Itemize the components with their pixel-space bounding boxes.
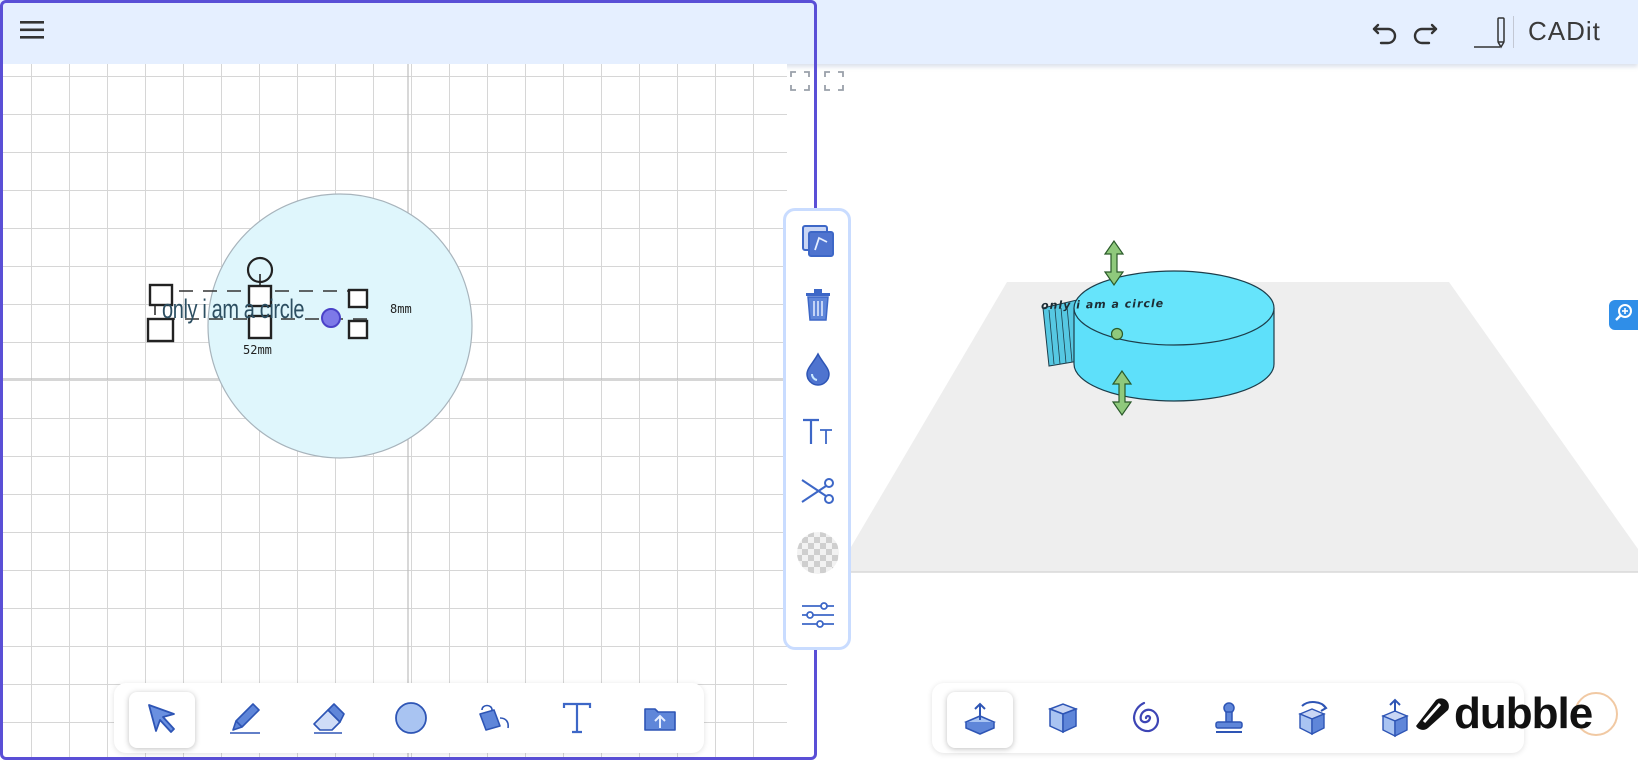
- rotate-cube-icon: [1292, 698, 1332, 742]
- copy-icon: [800, 223, 836, 263]
- 3d-text-label: only i am a circle: [1040, 296, 1165, 313]
- sketch-shapes: [146, 193, 473, 459]
- object-toolbar: [783, 208, 851, 650]
- cursor-arrow-icon: [144, 700, 180, 740]
- transparency-tool[interactable]: [796, 531, 840, 579]
- scissors-icon: [800, 476, 836, 510]
- pencil-icon[interactable]: [1472, 14, 1508, 50]
- eraser-icon: [310, 700, 346, 740]
- sketch-text-shape[interactable]: only i am a circle: [162, 294, 305, 324]
- text-tool-button[interactable]: [544, 692, 610, 748]
- top-bar: CADit: [0, 0, 1638, 64]
- stamp-icon: [1211, 700, 1247, 740]
- open-folder-button[interactable]: [627, 692, 693, 748]
- export-cube-icon: [1375, 698, 1415, 742]
- zoom-icon: [1614, 303, 1634, 327]
- hamburger-menu-icon[interactable]: [18, 18, 46, 42]
- extrude-tool-button[interactable]: [947, 692, 1013, 748]
- undo-icon[interactable]: [1370, 16, 1400, 46]
- paint-bucket-icon: [476, 700, 512, 740]
- watermark-logo: dubble: [1410, 689, 1593, 738]
- text-size-tool[interactable]: [796, 411, 840, 455]
- app-title: CADit: [1528, 16, 1601, 46]
- height-dimension-label: 8mm: [390, 302, 412, 316]
- sketch-toolbar: [114, 683, 704, 753]
- spiral-icon: [1126, 698, 1166, 742]
- circle-icon: [393, 700, 429, 740]
- rotate-tool-button[interactable]: [1279, 692, 1345, 748]
- box-tool-button[interactable]: [1030, 692, 1096, 748]
- extrude-icon: [962, 700, 998, 740]
- fullscreen-view-icon[interactable]: [824, 71, 844, 91]
- resize-handle[interactable]: [347, 319, 369, 340]
- erase-tool-button[interactable]: [295, 692, 361, 748]
- zoom-button[interactable]: [1609, 300, 1638, 330]
- color-tool[interactable]: [796, 349, 840, 393]
- draw-tool-button[interactable]: [212, 692, 278, 748]
- spiral-tool-button[interactable]: [1113, 692, 1179, 748]
- folder-icon: [642, 700, 678, 740]
- width-dimension-label: 52mm: [243, 343, 272, 357]
- select-tool-button[interactable]: [129, 692, 195, 748]
- droplet-icon: [803, 352, 833, 390]
- trash-icon: [803, 288, 833, 326]
- watermark-text: dubble: [1454, 689, 1593, 738]
- dubble-logo-icon: [1416, 698, 1449, 730]
- text-icon: [559, 700, 595, 740]
- checker-icon: [796, 531, 840, 579]
- cube-icon: [1045, 700, 1081, 740]
- cylinder-solid: [1073, 270, 1275, 402]
- delete-tool[interactable]: [796, 285, 840, 329]
- vertical-divider: [1513, 16, 1514, 48]
- stamp-tool-button[interactable]: [1196, 692, 1262, 748]
- settings-tool[interactable]: [796, 595, 840, 639]
- pencil-icon: [227, 700, 263, 740]
- copy-tool[interactable]: [796, 221, 840, 265]
- sliders-icon: [800, 600, 836, 634]
- text-size-icon: [800, 414, 836, 452]
- fullscreen-sketch-icon[interactable]: [790, 71, 810, 91]
- sketch-circle[interactable]: [207, 193, 473, 459]
- cut-tool[interactable]: [796, 471, 840, 515]
- center-handle[interactable]: [321, 308, 341, 328]
- resize-handle[interactable]: [347, 288, 369, 309]
- circle-tool-button[interactable]: [378, 692, 444, 748]
- 3d-viewport[interactable]: [817, 64, 1638, 760]
- redo-icon[interactable]: [1410, 16, 1440, 46]
- fill-tool-button[interactable]: [461, 692, 527, 748]
